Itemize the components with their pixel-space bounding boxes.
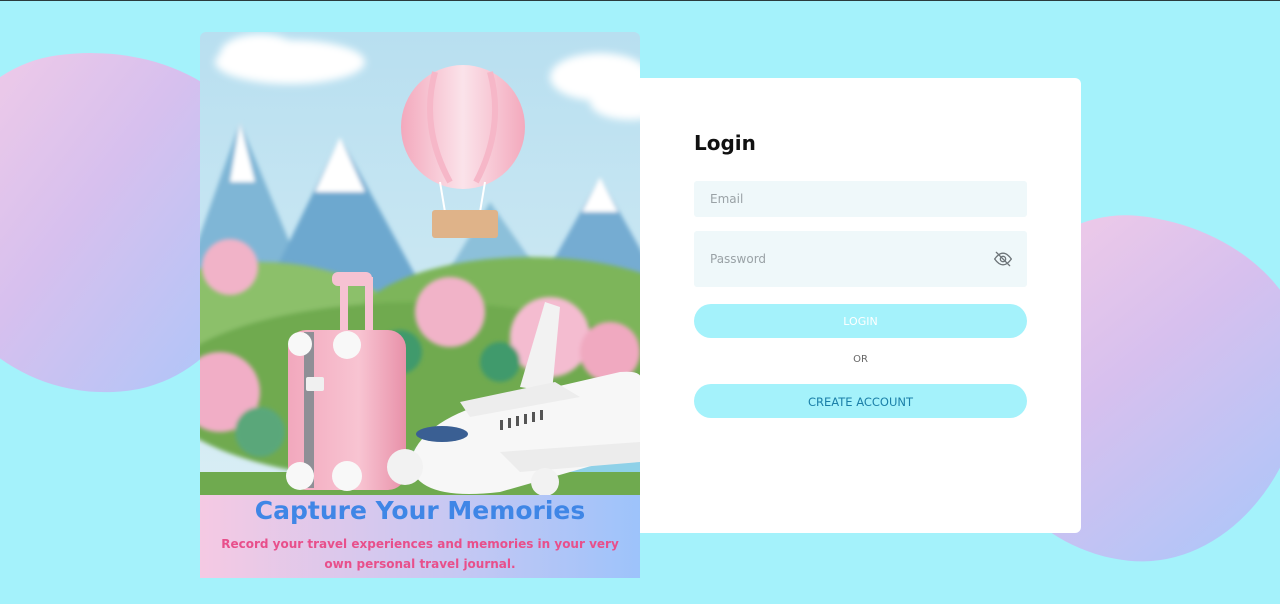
hero-card: Capture Your Memories Record your travel…: [200, 32, 640, 578]
login-card: Login LOGIN OR CREATE ACCOUNT: [640, 78, 1081, 533]
hero-title: Capture Your Memories: [254, 496, 586, 525]
hero-caption: Capture Your Memories Record your travel…: [200, 495, 640, 578]
password-field: [694, 231, 1027, 287]
create-account-button[interactable]: CREATE ACCOUNT: [694, 384, 1027, 418]
login-button[interactable]: LOGIN: [694, 304, 1027, 338]
email-input[interactable]: [694, 181, 964, 217]
password-input[interactable]: [694, 231, 964, 287]
travel-illustration: [200, 32, 640, 495]
email-field: [694, 181, 1027, 217]
or-divider: OR: [853, 354, 868, 365]
eye-off-icon[interactable]: [993, 249, 1013, 269]
hero-subtitle: Record your travel experiences and memor…: [221, 537, 619, 571]
login-title: Login: [694, 131, 756, 155]
